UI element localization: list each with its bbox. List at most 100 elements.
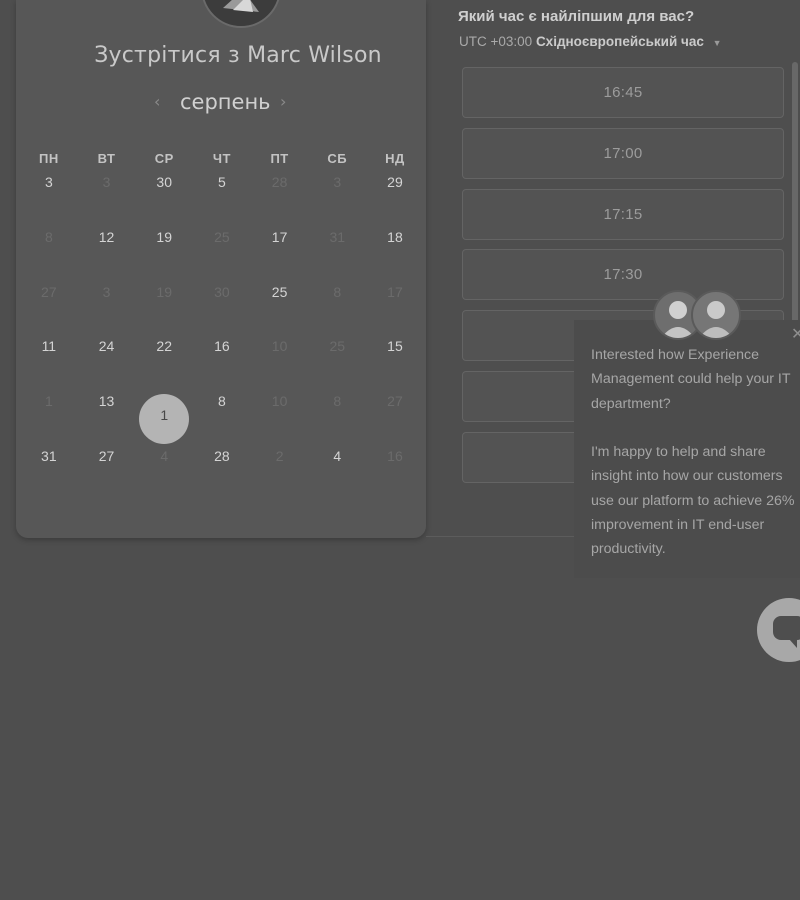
timezone-name: Східноєвропейський час xyxy=(535,34,704,49)
calendar-day: 17 xyxy=(366,275,424,309)
chat-bubble-icon xyxy=(773,616,800,648)
weekday-label: ПТ xyxy=(270,151,289,166)
day-number: 8 xyxy=(333,393,342,410)
calendar-day[interactable]: 4 xyxy=(308,439,366,473)
calendar-day[interactable]: 16 xyxy=(193,329,251,363)
calendar-day: 27 xyxy=(20,275,78,309)
calendar-day: 3 xyxy=(78,275,136,309)
chat-message: Interested how Experience Management cou… xyxy=(591,343,800,562)
calendar-day[interactable]: 25 xyxy=(251,275,309,309)
day-number: 27 xyxy=(41,283,57,300)
day-number: 8 xyxy=(44,228,53,245)
calendar-day[interactable]: 15 xyxy=(366,329,424,363)
close-icon[interactable]: ✕ xyxy=(791,324,800,344)
calendar-day[interactable]: 3 xyxy=(20,165,78,199)
weekday-label: ПН xyxy=(38,151,59,166)
calendar-day: 1 xyxy=(20,384,78,418)
day-number: 10 xyxy=(271,338,288,355)
day-number: 3 xyxy=(102,174,111,190)
calendar-day[interactable]: 11 xyxy=(20,329,78,363)
day-number: 11 xyxy=(41,338,57,355)
chat-launcher-button[interactable] xyxy=(757,598,800,662)
day-number: 5 xyxy=(218,174,226,190)
day-number: 24 xyxy=(98,338,115,355)
day-number: 25 xyxy=(271,283,288,300)
day-number: 18 xyxy=(387,228,403,245)
day-number: 30 xyxy=(156,174,172,190)
calendar-day: 3 xyxy=(78,165,136,199)
calendar-day: 8 xyxy=(308,384,366,418)
calendar-day: 30 xyxy=(193,275,251,309)
caret-down-icon: ▼ xyxy=(712,38,722,48)
calendar-day[interactable]: 5 xyxy=(193,165,251,199)
divider xyxy=(426,536,586,537)
calendar-week: 11 24 22 16 10 25 15 xyxy=(20,329,424,384)
calendar-day[interactable]: 31 xyxy=(20,439,78,473)
time-slot-button[interactable]: 16:45 xyxy=(462,67,784,118)
calendar-day[interactable]: 30 xyxy=(135,165,193,199)
calendar-day: 27 xyxy=(366,384,424,418)
day-number: 28 xyxy=(271,174,288,190)
calendar-day: 3 xyxy=(308,165,366,199)
day-number: 16 xyxy=(387,447,403,464)
chat-message-text: I'm happy to help and share insight into… xyxy=(591,444,795,558)
calendar-day: 8 xyxy=(308,275,366,309)
calendar-day: 2 xyxy=(251,439,309,473)
chat-agent-avatars xyxy=(653,290,743,340)
day-number: 30 xyxy=(214,283,230,300)
calendar-day[interactable]: 13 xyxy=(78,384,136,418)
day-number: 19 xyxy=(156,283,172,300)
timezone-selector[interactable]: UTC +03:00 Східноєвропейський час ▼ xyxy=(459,34,722,49)
calendar-week: 8 12 19 25 17 31 18 xyxy=(20,220,424,275)
calendar-day[interactable]: 17 xyxy=(251,220,309,254)
timezone-offset: UTC +03:00 xyxy=(459,34,533,49)
calendar-day[interactable]: 19 xyxy=(135,220,193,254)
calendar-day: 25 xyxy=(193,220,251,254)
day-number: 31 xyxy=(41,447,57,464)
time-slot-button[interactable]: 17:00 xyxy=(462,127,784,179)
chevron-right-icon[interactable]: › xyxy=(280,92,286,111)
day-number: 4 xyxy=(333,447,342,464)
calendar-card: Зустрітися з Marc Wilson ‹ серпень › ПН … xyxy=(16,0,426,538)
calendar-day-selected[interactable]: 1 xyxy=(135,384,193,445)
calendar-day: 8 xyxy=(20,220,78,254)
chat-message-text: Interested how Experience Management cou… xyxy=(591,347,791,412)
calendar-week: 31 27 4 28 2 4 16 xyxy=(20,439,424,494)
calendar-day[interactable]: 28 xyxy=(193,439,251,473)
day-number: 22 xyxy=(156,338,172,355)
calendar-week: 1 13 1 8 10 8 27 xyxy=(20,384,424,445)
day-number: 27 xyxy=(387,393,403,410)
chevron-left-icon[interactable]: ‹ xyxy=(154,92,160,111)
meeting-title: Зустрітися з Marc Wilson xyxy=(94,43,382,68)
weekday-label: НД xyxy=(385,151,405,166)
day-number: 25 xyxy=(329,338,346,355)
calendar-day[interactable]: 24 xyxy=(78,329,136,363)
calendar-day: 31 xyxy=(308,220,366,254)
calendar-week: 3 3 30 5 28 3 29 xyxy=(20,165,424,220)
calendar-day: 10 xyxy=(251,329,309,363)
weekday-label: СР xyxy=(154,151,174,166)
calendar-day: 10 xyxy=(251,384,309,418)
day-number: 8 xyxy=(333,283,342,300)
day-number: 8 xyxy=(218,393,226,410)
day-number: 3 xyxy=(102,283,111,300)
calendar-day[interactable]: 8 xyxy=(193,384,251,418)
calendar-day: 4 xyxy=(135,439,193,473)
day-number: 29 xyxy=(387,174,403,190)
calendar-day[interactable]: 22 xyxy=(135,329,193,363)
calendar-week: 27 3 19 30 25 8 17 xyxy=(20,275,424,330)
day-number: 4 xyxy=(160,447,169,464)
time-heading: Який час є найліпшим для вас? xyxy=(458,8,695,25)
time-slot-button[interactable]: 17:15 xyxy=(462,188,784,240)
calendar-day[interactable]: 27 xyxy=(78,439,136,473)
weekday-label: СБ xyxy=(327,151,348,166)
weekday-label: ВТ xyxy=(97,151,116,166)
day-number: 3 xyxy=(333,174,342,190)
calendar-day[interactable]: 12 xyxy=(78,220,136,254)
day-number: 16 xyxy=(214,338,230,355)
day-number: 1 xyxy=(139,394,190,445)
calendar-day[interactable]: 29 xyxy=(366,165,424,199)
weekday-header: ПН ВТ СР ЧТ ПТ СБ НД xyxy=(20,151,424,166)
day-number: 10 xyxy=(271,393,288,410)
calendar-day[interactable]: 18 xyxy=(366,220,424,254)
